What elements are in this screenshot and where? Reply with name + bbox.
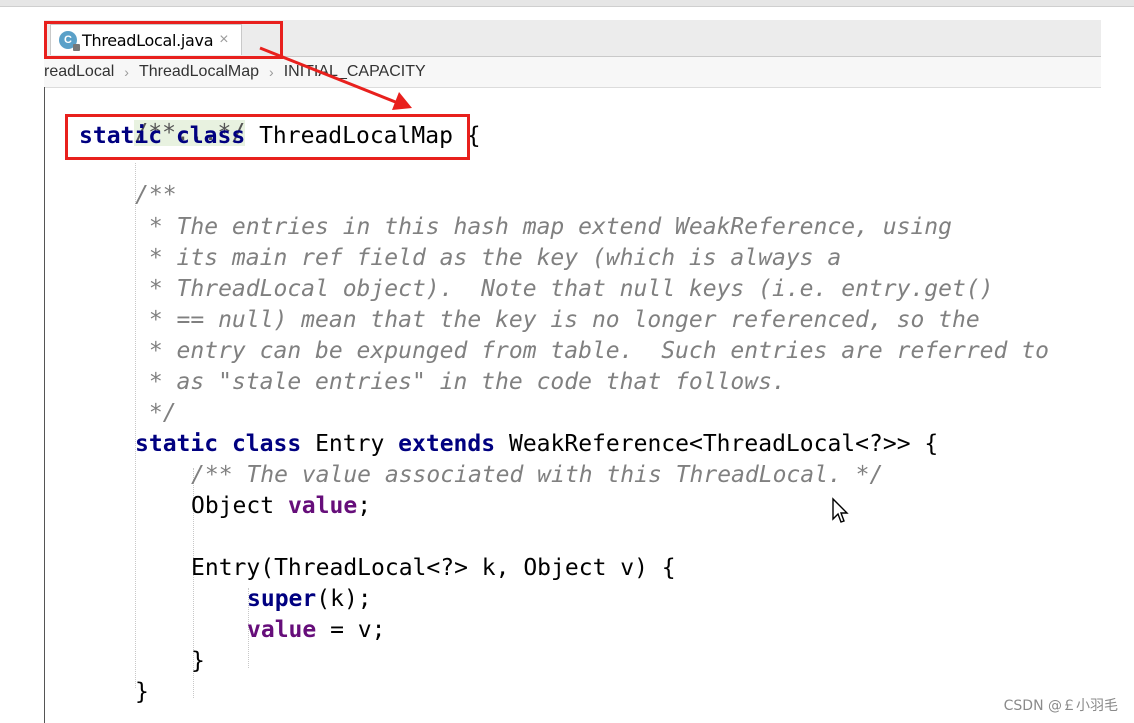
mouse-pointer-icon	[832, 497, 849, 523]
annotation-arrow-icon	[259, 46, 412, 110]
watermark: CSDN @￡小羽毛	[1003, 698, 1118, 714]
